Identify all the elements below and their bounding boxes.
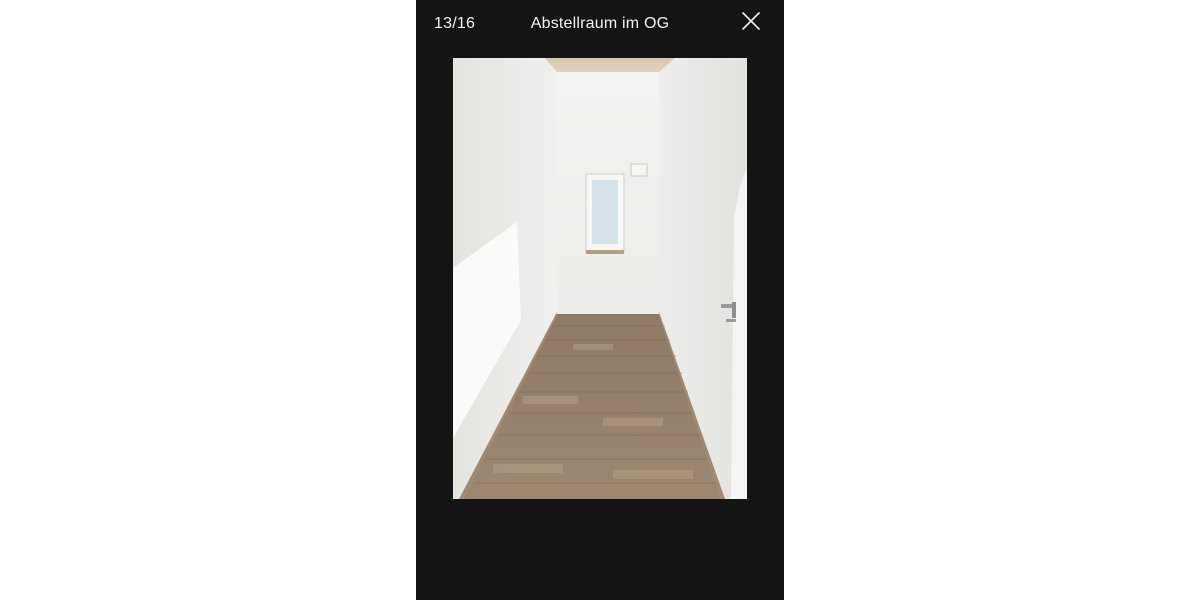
close-icon <box>742 12 760 30</box>
image-viewer: 13/16 Abstellraum im OG <box>416 0 784 600</box>
close-button[interactable] <box>740 10 762 32</box>
room-photo <box>453 58 747 499</box>
image-title: Abstellraum im OG <box>530 15 670 32</box>
